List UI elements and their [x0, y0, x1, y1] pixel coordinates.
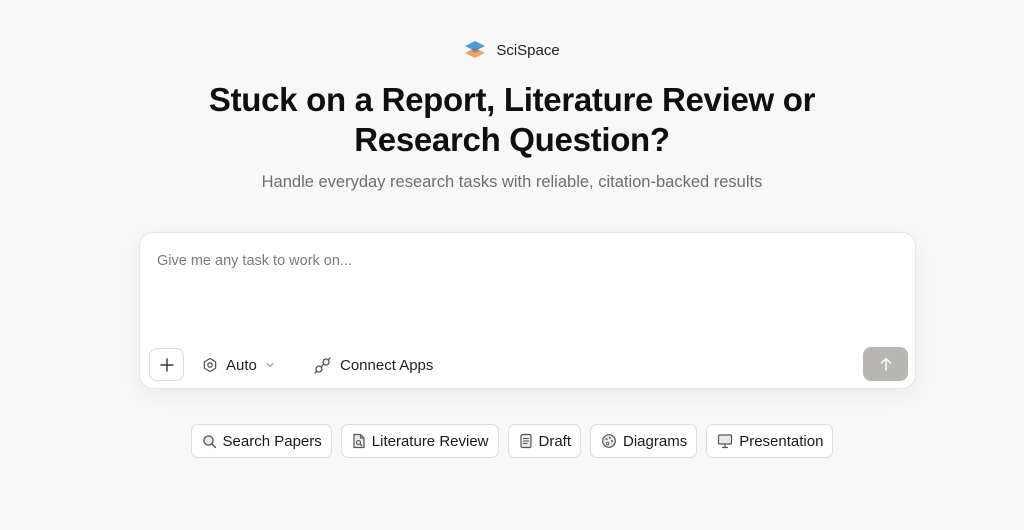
suggestion-chips: Search Papers Literature Review Draft Di… — [0, 424, 1024, 458]
mode-select[interactable]: Auto — [202, 353, 275, 377]
chip-search-papers[interactable]: Search Papers — [190, 424, 332, 458]
chip-literature-review[interactable]: Literature Review — [340, 424, 499, 458]
link-plug-icon — [314, 356, 331, 374]
plus-icon — [159, 357, 174, 372]
document-icon — [519, 433, 533, 449]
arrow-up-icon — [880, 357, 892, 371]
task-input[interactable] — [157, 253, 897, 333]
brand: SciSpace — [0, 38, 1024, 62]
chip-label: Presentation — [739, 432, 824, 450]
search-icon — [202, 434, 217, 449]
page-title-line-1: Stuck on a Report, Literature Review or — [208, 81, 816, 118]
page-title: Stuck on a Report, Literature Review or … — [0, 80, 1024, 160]
connect-apps-button[interactable]: Connect Apps — [314, 353, 433, 377]
presentation-icon — [717, 433, 733, 449]
chip-label: Draft — [538, 432, 572, 450]
page-title-line-2: Research Question? — [354, 121, 670, 158]
chip-label: Literature Review — [371, 432, 489, 450]
chip-diagrams[interactable]: Diagrams — [590, 424, 698, 458]
brand-name: SciSpace — [496, 41, 560, 59]
chip-label: Diagrams — [623, 432, 688, 450]
chevron-down-icon — [265, 360, 275, 370]
chip-label: Search Papers — [222, 432, 322, 450]
chip-presentation[interactable]: Presentation — [706, 424, 834, 458]
page-subtitle: Handle everyday research tasks with reli… — [261, 173, 763, 191]
file-search-icon — [352, 433, 366, 449]
hexagon-icon — [202, 357, 218, 373]
mode-label: Auto — [226, 356, 257, 374]
connect-apps-label: Connect Apps — [340, 356, 434, 374]
layers-logo-icon — [464, 38, 486, 62]
task-composer: Auto Connect Apps — [139, 232, 916, 389]
add-attachment-button[interactable] — [149, 348, 184, 381]
palette-icon — [601, 433, 617, 449]
chip-draft[interactable]: Draft — [507, 424, 582, 458]
send-button[interactable] — [863, 347, 908, 381]
